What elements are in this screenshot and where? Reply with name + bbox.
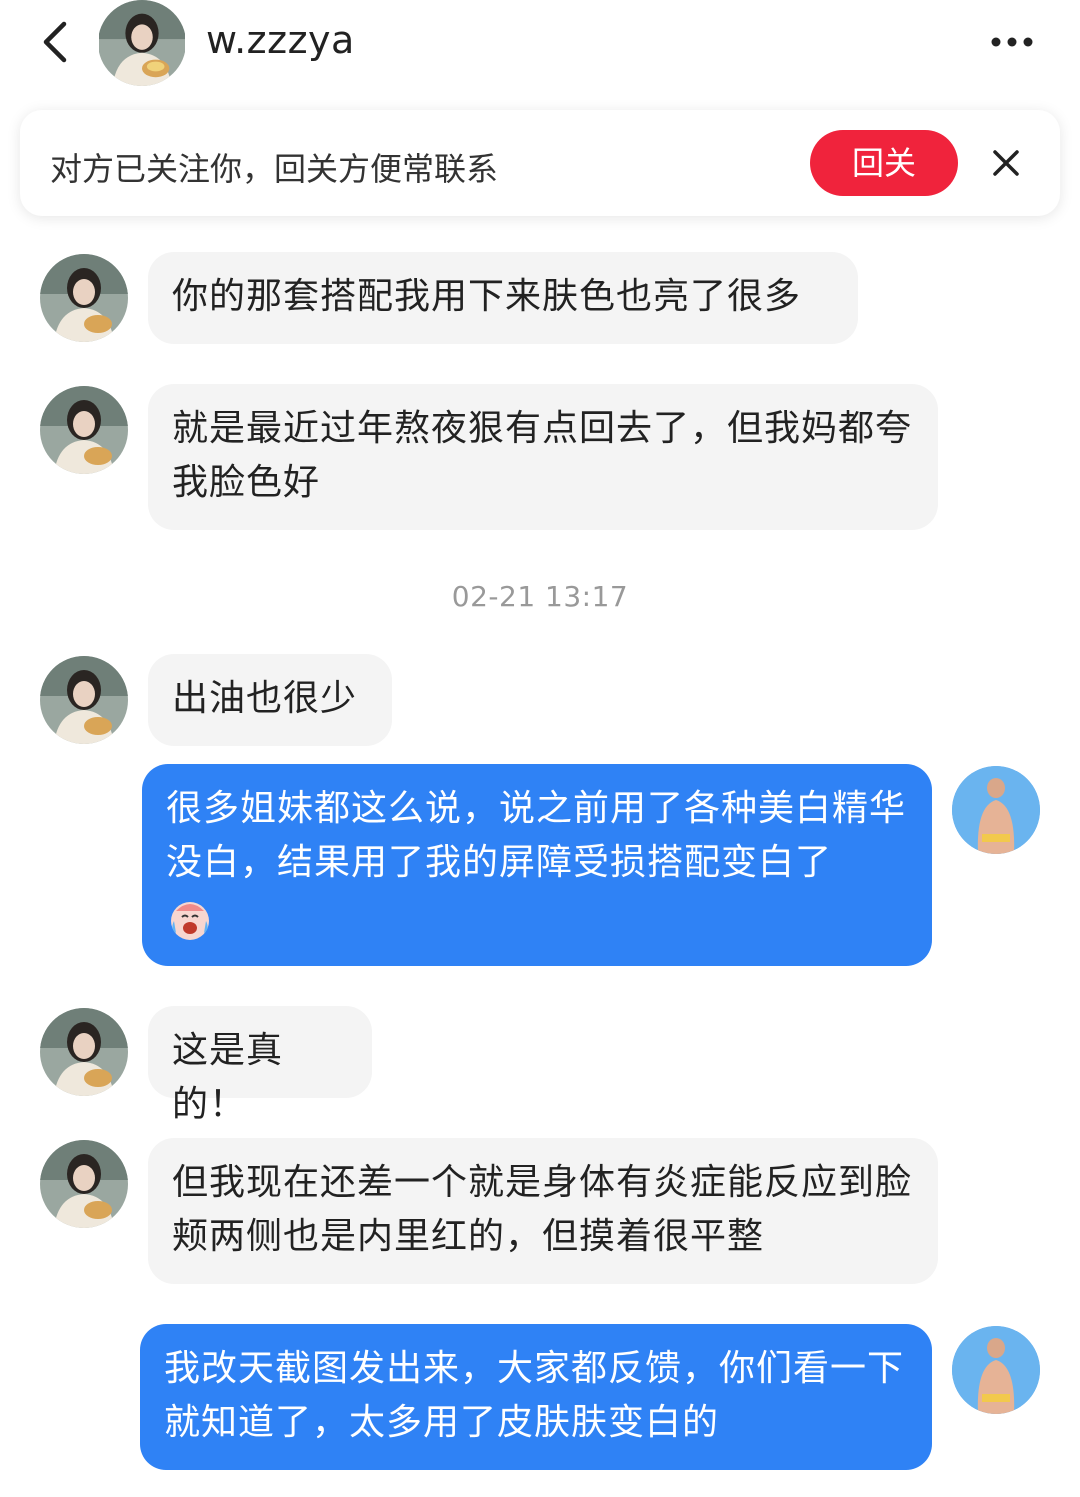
message-text: 很多姐妹都这么说，说之前用了各种美白精华没白，结果用了我的屏障受损搭配变白了	[166, 788, 907, 883]
message-text: 我改天截图发出来，大家都反馈，你们看一下就知道了，太多用了皮肤肤变白的	[164, 1348, 905, 1443]
contact-username: w.zzzya	[206, 18, 355, 62]
chat-header: w.zzzya	[0, 0, 1080, 90]
message-bubble-incoming[interactable]: 但我现在还差一个就是身体有炎症能反应到脸颊两侧也是内里红的，但摸着很平整	[148, 1138, 938, 1284]
my-avatar[interactable]	[952, 1326, 1040, 1414]
contact-avatar[interactable]	[40, 1008, 128, 1096]
message-text: 出油也很少	[172, 678, 358, 719]
my-avatar[interactable]	[952, 766, 1040, 854]
crying-laughing-emoji-icon	[166, 895, 214, 943]
contact-avatar[interactable]	[40, 254, 128, 342]
follow-back-banner: 对方已关注你，回关方便常联系 回关	[20, 110, 1060, 216]
message-bubble-incoming[interactable]: 就是最近过年熬夜狠有点回去了，但我妈都夸我脸色好	[148, 384, 938, 530]
contact-avatar[interactable]	[40, 386, 128, 474]
message-bubble-outgoing[interactable]: 我改天截图发出来，大家都反馈，你们看一下就知道了，太多用了皮肤肤变白的	[140, 1324, 932, 1470]
message-text: 就是最近过年熬夜狠有点回去了，但我妈都夸我脸色好	[172, 408, 913, 503]
message-timestamp: 02-21 13:17	[451, 580, 629, 613]
back-arrow-icon[interactable]	[34, 18, 78, 66]
message-text: 你的那套搭配我用下来肤色也亮了很多	[172, 276, 802, 317]
contact-avatar[interactable]	[40, 1140, 128, 1228]
message-bubble-incoming[interactable]: 出油也很少	[148, 654, 392, 746]
follow-back-button[interactable]: 回关	[810, 130, 958, 196]
message-bubble-incoming[interactable]: 你的那套搭配我用下来肤色也亮了很多	[148, 252, 858, 344]
follow-back-prompt: 对方已关注你，回关方便常联系	[50, 150, 499, 188]
contact-avatar[interactable]	[40, 656, 128, 744]
close-icon[interactable]	[986, 146, 1026, 182]
message-bubble-outgoing[interactable]: 很多姐妹都这么说，说之前用了各种美白精华没白，结果用了我的屏障受损搭配变白了	[142, 764, 932, 966]
message-text: 这是真的！	[172, 1030, 284, 1125]
contact-avatar[interactable]	[98, 0, 186, 86]
message-text: 但我现在还差一个就是身体有炎症能反应到脸颊两侧也是内里红的，但摸着很平整	[172, 1162, 913, 1257]
more-options-icon[interactable]	[988, 24, 1036, 60]
message-bubble-incoming[interactable]: 这是真的！	[148, 1006, 372, 1125]
